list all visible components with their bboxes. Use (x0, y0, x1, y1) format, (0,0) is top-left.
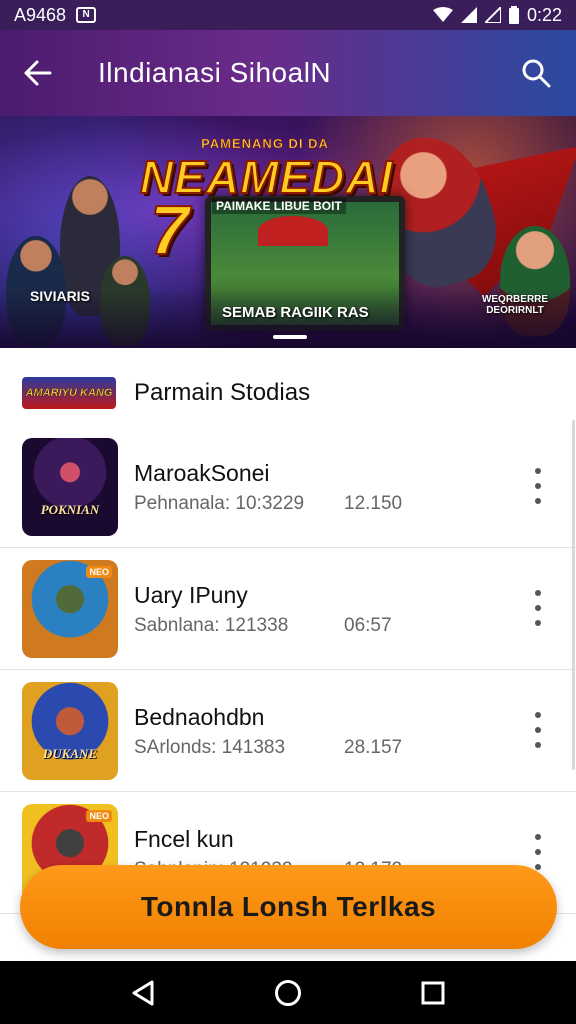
section-title: Parmain Stodias (134, 379, 311, 406)
status-right: 0:22 (432, 4, 562, 26)
banner-number: 7 (149, 190, 190, 270)
game-meta: Sabnlana: 121338 06:57 (134, 615, 392, 637)
status-left: A9468 N (14, 4, 97, 26)
game-info: Bednaohdbn SArlonds: 141383 28.157 (134, 703, 402, 759)
dot-icon (535, 727, 541, 733)
scrollbar[interactable] (572, 420, 575, 770)
nav-recents-button[interactable] (408, 968, 458, 1018)
game-list: POKNIAN MaroakSonei Pehnanala: 10:3229 1… (0, 426, 576, 914)
search-icon (522, 59, 551, 88)
dot-icon (535, 605, 541, 611)
nav-back-icon (132, 980, 154, 1005)
banner-left-label: SIVIARIS (30, 288, 90, 304)
battery-icon (508, 6, 519, 24)
nav-home-icon (274, 979, 301, 1006)
dot-icon (535, 742, 541, 748)
banner-caption: SEMAB RAGIIK RAS (222, 304, 369, 321)
thumbnail-label: DUKANE (42, 745, 98, 761)
dot-icon (535, 864, 541, 870)
game-value: 06:57 (344, 614, 392, 636)
thumbnail-label: POKNIAN (40, 501, 100, 517)
list-item[interactable]: POKNIAN MaroakSonei Pehnanala: 10:3229 1… (0, 426, 576, 548)
wifi-icon (432, 7, 453, 22)
game-name: Uary IPuny (134, 581, 248, 608)
more-options-button[interactable] (526, 466, 550, 506)
carrier-label: A9468 (14, 4, 67, 25)
back-arrow-icon (24, 60, 52, 86)
game-thumbnail: POKNIAN (22, 437, 118, 536)
dot-icon (535, 849, 541, 855)
notification-icon: N (76, 7, 97, 23)
more-options-button[interactable] (526, 832, 550, 872)
clock: 0:22 (526, 4, 562, 25)
banner-umbrella (258, 216, 328, 246)
thumbnail-badge: NEO (86, 565, 112, 578)
search-button[interactable] (514, 51, 558, 95)
dot-icon (535, 468, 541, 474)
cta-button[interactable]: Tonnla Lonsh Terlkas (20, 865, 557, 949)
list-item[interactable]: DUKANE Bednaohdbn SArlonds: 141383 28.15… (0, 670, 576, 792)
featured-banner[interactable]: PAMENANG DI DA NEAMEDAI 7 PAIMAKE LIBUE … (0, 116, 576, 348)
dot-icon (535, 590, 541, 596)
list-item[interactable]: NEO Uary IPuny Sabnlana: 121338 06:57 (0, 548, 576, 670)
dot-icon (535, 620, 541, 626)
thumbnail-badge: NEO (86, 809, 112, 822)
game-name: Fncel kun (134, 825, 234, 852)
game-meta: Pehnanala: 10:3229 12.150 (134, 493, 402, 515)
studio-logo: AMARIYU KANG (22, 377, 116, 409)
game-info: MaroakSonei Pehnanala: 10:3229 12.150 (134, 459, 402, 515)
banner-subtitle: PAIMAKE LIBUE BOIT (212, 198, 346, 214)
banner-right-label: WEQRBERRE DEORIRNLT (481, 294, 549, 316)
dot-icon (535, 834, 541, 840)
game-meta: SArlonds: 141383 28.157 (134, 737, 402, 759)
game-count: Sabnlana: 121338 (134, 614, 289, 636)
signal-icon (484, 7, 501, 23)
game-name: Bednaohdbn (134, 703, 265, 730)
app-bar: Ilndianasi SihoalN (0, 30, 576, 116)
game-count: Pehnanala: 10:3229 (134, 492, 305, 514)
system-nav-bar (0, 961, 576, 1024)
status-bar: A9468 N 0:22 (0, 0, 576, 30)
signal-icon (460, 7, 477, 23)
section-header: AMARIYU KANG Parmain Stodias (0, 360, 576, 426)
banner-top-text: PAMENANG DI DA (201, 136, 329, 152)
app-screen: A9468 N 0:22 Ilndianasi SihoalN PAMENANG… (0, 0, 576, 1024)
app-title: Ilndianasi SihoalN (98, 57, 332, 88)
game-name: MaroakSonei (134, 459, 270, 486)
dot-icon (535, 483, 541, 489)
game-info: Uary IPuny Sabnlana: 121338 06:57 (134, 581, 392, 637)
nav-recents-icon (421, 981, 445, 1004)
nav-home-button[interactable] (263, 968, 313, 1018)
banner-page-indicator (273, 335, 307, 339)
more-options-button[interactable] (526, 710, 550, 750)
game-thumbnail: NEO (22, 559, 118, 658)
dot-icon (535, 712, 541, 718)
more-options-button[interactable] (526, 588, 550, 628)
game-thumbnail: DUKANE (22, 681, 118, 780)
back-button[interactable] (18, 53, 58, 93)
game-value: 28.157 (344, 736, 403, 758)
game-count: SArlonds: 141383 (134, 736, 286, 758)
game-value: 12.150 (344, 492, 403, 514)
dot-icon (535, 498, 541, 504)
nav-back-button[interactable] (118, 968, 168, 1018)
